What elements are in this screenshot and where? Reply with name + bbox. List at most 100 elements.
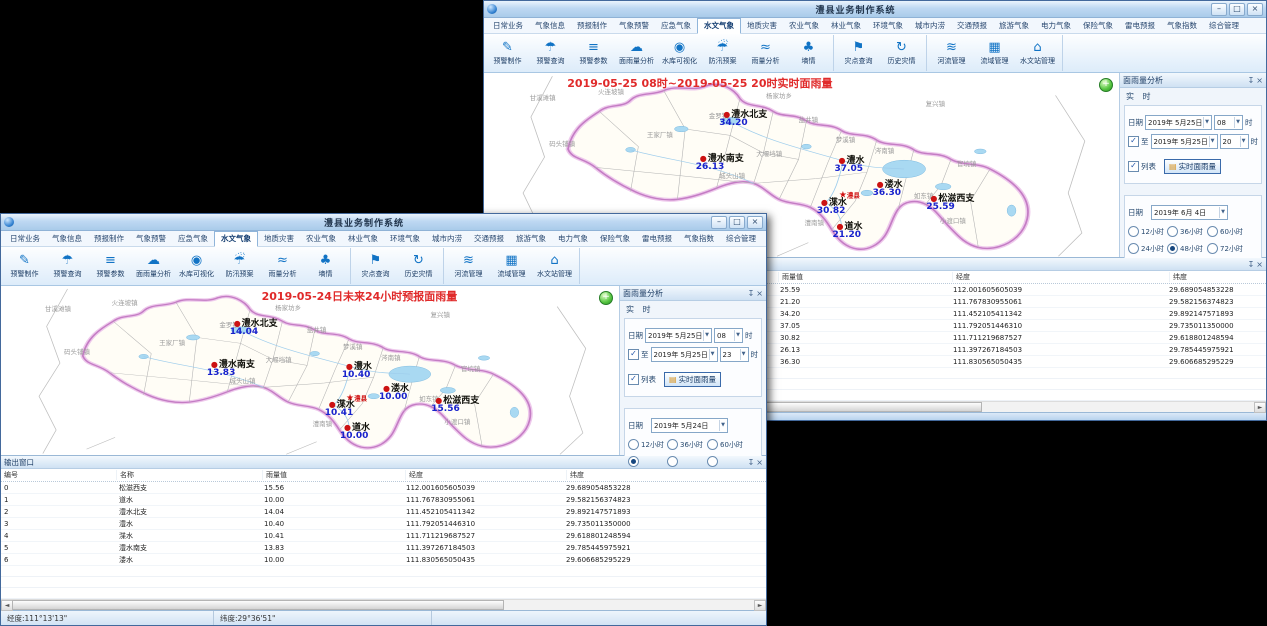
toolbar-button-预警参数[interactable]: ≡预警参数 [572, 35, 615, 71]
menu-tab-0[interactable]: 日常业务 [487, 19, 529, 33]
river-marker-松滋西支[interactable]: ●松滋西支25.59 [930, 191, 974, 212]
start-date-combo[interactable]: 2019年 5月25日▼ [1145, 115, 1212, 130]
scroll-right-icon[interactable]: ► [754, 600, 766, 611]
radio-option-24小时[interactable]: 24小时 [1128, 243, 1167, 254]
column-header-雨量值[interactable]: 雨量值 [779, 272, 953, 282]
menu-tab-13[interactable]: 电力气象 [552, 232, 594, 246]
menu-tab-11[interactable]: 交通预报 [468, 232, 510, 246]
end-date-combo[interactable]: 2019年 5月25日▼ [651, 347, 718, 362]
panel-close-icon[interactable]: × [1256, 76, 1263, 85]
river-marker-道水[interactable]: ●道水10.00 [344, 420, 370, 441]
river-marker-澧水北支[interactable]: ●澧水北支34.20 [723, 107, 767, 128]
table-row[interactable]: 4渫水10.41111.71121968752729.618801248594 [1, 530, 766, 542]
realtime-rain-button[interactable]: ▤实时面雨量 [664, 372, 721, 387]
river-marker-道水[interactable]: ●道水21.20 [837, 219, 863, 240]
list-checkbox[interactable]: ✓ [1128, 161, 1139, 172]
toolbar-button-河流管理[interactable]: ≋河流管理 [930, 35, 973, 71]
toolbar-button-防汛预案[interactable]: ☔防汛预案 [701, 35, 744, 71]
toolbar-button-历史灾情[interactable]: ↻历史灾情 [397, 248, 440, 284]
table-row[interactable]: 0松滋西支15.56112.00160560503929.68905485322… [1, 482, 766, 494]
menu-tab-2[interactable]: 预报制作 [571, 19, 613, 33]
toolbar-button-水库可视化[interactable]: ◉水库可视化 [175, 248, 218, 284]
map-area[interactable]: 2019-05-24日未来24小时预报面雨量 + 甘 [1, 286, 619, 455]
toolbar-button-灾点查询[interactable]: ⚑灾点查询 [354, 248, 397, 284]
toolbar-button-面雨量分析[interactable]: ☁面雨量分析 [132, 248, 175, 284]
table-row[interactable]: 2澧水北支14.04111.45210541134229.89214757189… [1, 506, 766, 518]
maximize-button[interactable]: □ [729, 216, 745, 229]
river-marker-溇水[interactable]: ●溇水10.00 [383, 381, 409, 402]
column-header-雨量值[interactable]: 雨量值 [263, 470, 406, 480]
menu-tab-17[interactable]: 综合管理 [1203, 19, 1245, 33]
toolbar-button-雨量分析[interactable]: ≈雨量分析 [744, 35, 787, 71]
end-date-combo[interactable]: 2019年 5月25日▼ [1151, 134, 1218, 149]
table-row[interactable]: 6溇水10.00111.83056505043529.606685295229 [1, 554, 766, 566]
output-table[interactable]: 编号名称雨量值经度纬度0松滋西支15.56112.00160560503929.… [1, 469, 766, 599]
menu-tab-6[interactable]: 地质灾害 [741, 19, 783, 33]
toolbar-button-水文站管理[interactable]: ⌂水文站管理 [1016, 35, 1059, 71]
toolbar-button-水文站管理[interactable]: ⌂水文站管理 [533, 248, 576, 284]
menu-tab-15[interactable]: 雷电预报 [1119, 19, 1161, 33]
menu-tab-3[interactable]: 气象预警 [130, 232, 172, 246]
toolbar-button-预警查询[interactable]: ☂预警查询 [529, 35, 572, 71]
minimize-button[interactable]: – [1211, 3, 1227, 16]
toolbar-button-预警查询[interactable]: ☂预警查询 [46, 248, 89, 284]
menu-tab-15[interactable]: 雷电预报 [636, 232, 678, 246]
toolbar-button-河流管理[interactable]: ≋河流管理 [447, 248, 490, 284]
column-header-经度[interactable]: 经度 [953, 272, 1170, 282]
toolbar-button-墒情[interactable]: ♣墒情 [304, 248, 347, 284]
menu-tab-9[interactable]: 环境气象 [384, 232, 426, 246]
toolbar-button-历史灾情[interactable]: ↻历史灾情 [880, 35, 923, 71]
panel-close-icon[interactable]: × [756, 289, 763, 298]
radio-option-36小时[interactable]: 36小时 [667, 439, 707, 450]
river-marker-澧水[interactable]: ●澧水10.40 [346, 359, 372, 380]
forecast-date-combo[interactable]: 2019年 5月24日▼ [651, 418, 728, 433]
table-row[interactable]: 5澧水南支13.83111.39726718450329.78544597592… [1, 542, 766, 554]
toolbar-button-水库可视化[interactable]: ◉水库可视化 [658, 35, 701, 71]
menu-tab-1[interactable]: 气象信息 [46, 232, 88, 246]
toolbar-button-预警制作[interactable]: ✎预警制作 [486, 35, 529, 71]
close-button[interactable]: × [1247, 3, 1263, 16]
map-refresh-button[interactable]: + [1099, 78, 1113, 92]
toolbar-button-面雨量分析[interactable]: ☁面雨量分析 [615, 35, 658, 71]
river-marker-澧水北支[interactable]: ●澧水北支14.04 [234, 316, 278, 337]
menu-tab-9[interactable]: 环境气象 [867, 19, 909, 33]
start-date-combo[interactable]: 2019年 5月25日▼ [645, 328, 712, 343]
realtime-rain-button[interactable]: ▤实时面雨量 [1164, 159, 1221, 174]
radio-option-36小时[interactable]: 36小时 [1167, 226, 1207, 237]
end-hour-combo[interactable]: 20▼ [1220, 134, 1249, 149]
menu-tab-8[interactable]: 林业气象 [825, 19, 867, 33]
menu-tab-2[interactable]: 预报制作 [88, 232, 130, 246]
radio-option-12小时[interactable]: 12小时 [1128, 226, 1167, 237]
river-marker-澧水南支[interactable]: ●澧水南支13.83 [211, 357, 255, 378]
toolbar-button-墒情[interactable]: ♣墒情 [787, 35, 830, 71]
panel-close-icon[interactable]: × [1256, 260, 1263, 269]
toolbar-button-灾点查询[interactable]: ⚑灾点查询 [837, 35, 880, 71]
menu-tab-4[interactable]: 应急气象 [655, 19, 697, 33]
menu-tab-5[interactable]: 水文气象 [697, 18, 741, 34]
table-row[interactable]: 1道水10.00111.76783095506129.582156374823 [1, 494, 766, 506]
map-refresh-button[interactable]: + [599, 291, 613, 305]
menu-tab-17[interactable]: 综合管理 [720, 232, 762, 246]
menu-tab-16[interactable]: 气象指数 [1161, 19, 1203, 33]
titlebar[interactable]: 澧县业务制作系统 – □ × [484, 1, 1266, 18]
scrollbar-thumb[interactable] [12, 600, 504, 610]
menu-tab-12[interactable]: 旅游气象 [510, 232, 552, 246]
menu-tab-7[interactable]: 农业气象 [300, 232, 342, 246]
menu-tab-4[interactable]: 应急气象 [172, 232, 214, 246]
start-hour-combo[interactable]: 08▼ [714, 328, 743, 343]
river-marker-松滋西支[interactable]: ●松滋西支15.56 [435, 393, 479, 414]
column-header-纬度[interactable]: 纬度 [1170, 272, 1266, 282]
radio-option-60小时[interactable]: 60小时 [707, 439, 747, 450]
menu-tab-7[interactable]: 农业气象 [783, 19, 825, 33]
pin-icon[interactable]: ↧ [748, 289, 755, 298]
minimize-button[interactable]: – [711, 216, 727, 229]
column-header-经度[interactable]: 经度 [406, 470, 567, 480]
list-checkbox[interactable]: ✓ [628, 374, 639, 385]
panel-close-icon[interactable]: × [756, 458, 763, 467]
table-row[interactable]: 3澧水10.40111.79205144631029.735011350000 [1, 518, 766, 530]
menu-tab-3[interactable]: 气象预警 [613, 19, 655, 33]
close-button[interactable]: × [747, 216, 763, 229]
end-hour-combo[interactable]: 23▼ [720, 347, 749, 362]
radio-option-48小时[interactable]: 48小时 [1167, 243, 1207, 254]
toolbar-button-预警制作[interactable]: ✎预警制作 [3, 248, 46, 284]
